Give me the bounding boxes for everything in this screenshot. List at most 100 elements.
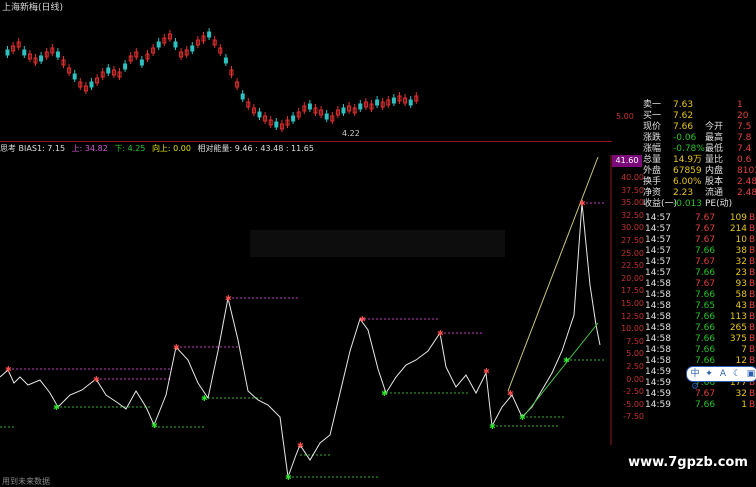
quote-value2: 20 [737,111,749,121]
quote-row: 换手 6.00% 股本 2.48亿 [643,177,756,188]
trade-price: 7.65 [695,301,716,311]
signal-mark: ✱ [483,367,490,376]
trade-volume: 93 [735,279,747,289]
trade-flag: B [749,334,756,344]
trade-row[interactable]: 14:57 7.66 38 B [643,246,756,257]
trade-row[interactable]: 14:58 7.66 375 B [643,334,756,345]
trade-flag: B [749,400,756,410]
trade-time: 14:57 [645,268,671,278]
quote-row: 外盘 67859 内盘 8101 [643,166,756,177]
trade-flag: B [749,301,756,311]
trade-volume: 113 [729,312,747,322]
signal-mark: ✱ [437,329,444,338]
quote-row: 总量 14.9万 量比 0.6 [643,155,756,166]
trade-row[interactable]: 14:57 7.67 32 B [643,257,756,268]
trade-row[interactable]: 14:57 7.66 23 B [643,268,756,279]
trade-price: 7.67 [695,213,716,223]
trade-row[interactable]: 14:58 7.66 58 B [643,290,756,301]
quote-value2: 0.6 [737,155,752,165]
signal-mark: ✱ [489,422,496,431]
upper-price-label: 5.00 [616,112,634,121]
shirt-icon[interactable]: ▣ [745,368,756,380]
axis-tick: 20.00 [621,273,644,283]
candle-body [139,59,144,66]
quote-label: 总量 [643,155,662,165]
trade-price: 7.66 [695,334,716,344]
trade-volume: 58 [735,290,747,300]
indicator-axis: 40.00 37.50 35.00 32.50 30.00 27.50 25.00 22.50… [614,155,644,445]
trade-row[interactable]: 14:58 7.65 43 B [643,301,756,312]
trade-price: 7.66 [695,323,716,333]
quote-label2: 最低 [705,144,724,154]
signal-mark: ✱ [297,441,304,450]
axis-tick: 7.50 [626,336,644,346]
trade-row[interactable]: 14:58 7.66 7 B [643,345,756,356]
trade-row[interactable]: 14:58 7.67 93 B [643,279,756,290]
trade-row[interactable]: 14:59 7.66 1 B [643,400,756,411]
trade-flag: B [749,224,756,234]
axis-tick: 22.50 [621,261,644,271]
indicator-up: 上: 34.82 [71,144,108,153]
trade-volume: 32 [735,389,747,399]
trade-time: 14:58 [645,323,671,333]
signal-mark: ✱ [579,199,586,208]
quote-row: 现价 7.66 今开 7.5 [643,122,756,133]
logo-icon[interactable]: 中 [689,368,701,380]
trade-price: 7.66 [695,312,716,322]
trade-volume: 109 [729,213,747,223]
trade-flag: B [749,389,756,399]
trade-row[interactable]: 14:58 7.66 265 B [643,323,756,334]
signal-mark: ✱ [507,389,514,398]
indicator-down: 下: 4.25 [114,144,146,153]
candle-body [358,103,363,110]
trade-time: 14:59 [645,367,671,377]
signal-mark: ✱ [201,394,208,403]
pane-separator[interactable] [0,141,612,142]
floating-toolbar[interactable]: 中 ✦ A ☾ ▣ ⚙ [686,366,756,392]
trade-time: 14:58 [645,345,671,355]
indicator-energy: 相对能量: 9.46 : 43.48 : 11.65 [197,144,314,153]
axis-tick: 37.50 [621,185,644,195]
pin-icon[interactable]: ✦ [703,368,715,380]
axis-tick: 40.00 [621,173,644,182]
indicator-name: 思考 BIAS1: 7.15 [0,144,66,153]
trade-flag: B [749,323,756,333]
quote-value2: 7.8 [737,133,752,143]
trade-time: 14:58 [645,312,671,322]
quote-label: 收益(一) [643,199,678,209]
candle-body [324,113,329,120]
text-icon[interactable]: A [717,368,729,380]
trade-row[interactable]: 14:58 7.66 113 B [643,312,756,323]
quote-label: 买一 [643,111,662,121]
trade-price: 7.67 [695,224,716,234]
indicator-toward: 向上: 0.00 [151,144,191,153]
trade-time: 14:58 [645,301,671,311]
quote-value2: 2.48亿 [737,188,756,198]
axis-tick: -7.50 [623,412,644,422]
signal-mark: ✱ [5,365,12,374]
quote-row: 买一 7.62 20 [643,111,756,122]
moon-icon[interactable]: ☾ [731,368,743,380]
quote-value2: 8101 [737,166,756,176]
quote-value: -0.06 [673,133,697,143]
trade-row[interactable]: 14:57 7.67 214 B [643,224,756,235]
trade-flag: B [749,312,756,322]
trade-row[interactable]: 14:57 7.67 10 B [643,235,756,246]
quote-label2: 内盘 [705,166,724,176]
quote-panel: 卖一 7.63 1 买一 7.62 20 现价 7.66 今开 7.5 涨跌 -0.0… [643,100,756,210]
trade-time: 14:59 [645,400,671,410]
quote-value2: 2.48亿 [737,177,756,187]
candle-body [307,103,312,110]
candle-body [240,93,245,100]
candle-body [39,55,44,62]
trade-price: 7.66 [695,345,716,355]
indicator-chart[interactable]: ✱ ✱ ✱ ✱ ✱ ✱ ✱ ✱ ✱ ✱ ✱ ✱ ✱ ✱ ✱ ✱ ✱ ✱ [0,155,612,485]
current-value-marker: 41.60 [612,155,642,167]
gear-icon[interactable]: ⚙ [689,381,701,393]
trade-row[interactable]: 14:57 7.67 109 B [643,213,756,224]
trade-volume: 32 [735,257,747,267]
quote-row: 卖一 7.63 1 [643,100,756,111]
candle-body [257,111,262,118]
trade-volume: 43 [735,301,747,311]
trade-price: 7.67 [695,235,716,245]
